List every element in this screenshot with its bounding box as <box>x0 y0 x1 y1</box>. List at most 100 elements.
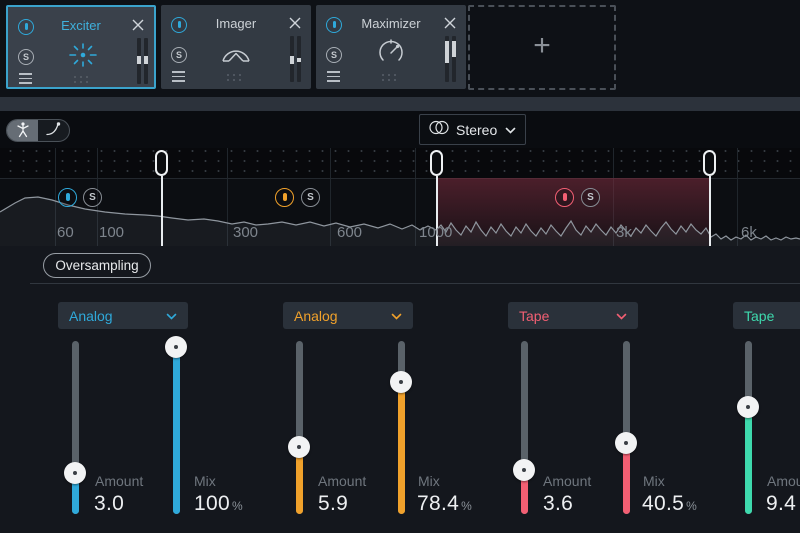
module-card-maximizer[interactable]: S Maximizer <box>316 5 466 89</box>
crossover-line <box>709 176 711 246</box>
solo-icon[interactable]: S <box>171 47 187 63</box>
crossover-handle-2[interactable] <box>430 150 443 176</box>
slider-handle[interactable] <box>390 371 412 393</box>
curve-view-button[interactable] <box>38 120 69 141</box>
band2-amount-slider[interactable] <box>288 341 310 531</box>
close-icon[interactable] <box>131 18 145 32</box>
band3-mode-dropdown[interactable]: Tape <box>508 302 638 329</box>
close-icon[interactable] <box>288 16 302 30</box>
crossover-handle-1[interactable] <box>155 150 168 176</box>
chevron-down-icon <box>505 121 516 139</box>
amount-label: Amount <box>95 473 143 489</box>
crossover-strip[interactable] <box>0 148 800 178</box>
meter-bar <box>137 38 141 84</box>
band1-amount-value: 3.0 <box>94 492 124 516</box>
chevron-down-icon <box>616 307 627 325</box>
spectrum-view-toggle <box>6 119 70 142</box>
freq-tick: 3k <box>616 224 632 241</box>
solo-icon[interactable]: S <box>18 49 34 65</box>
band1-mode-dropdown[interactable]: Analog <box>58 302 188 329</box>
module-title: Imager <box>189 16 283 31</box>
band3-power-button[interactable] <box>555 188 574 207</box>
slider-handle[interactable] <box>165 336 187 358</box>
band1-mix-value: 100% <box>194 492 243 516</box>
band4-mode-dropdown[interactable]: Tape <box>733 302 800 329</box>
module-title: Exciter <box>36 18 126 33</box>
exciter-controls: Oversampling Analog Amount Mix 3.0 100% … <box>0 246 800 533</box>
freq-tick: 6k <box>741 224 757 241</box>
menu-icon[interactable] <box>19 73 32 84</box>
slider-handle[interactable] <box>64 462 86 484</box>
mix-label: Mix <box>194 473 216 489</box>
band3-mix-value: 40.5% <box>642 492 697 516</box>
module-chain: S Exciter S Imager <box>0 0 800 97</box>
meter-bar <box>297 36 301 82</box>
oversampling-button[interactable]: Oversampling <box>43 253 151 278</box>
mix-label: Mix <box>418 473 440 489</box>
spectrum-toolbar: Stereo <box>0 111 800 148</box>
band2-mix-value: 78.4% <box>417 492 472 516</box>
band3-amount-value: 3.6 <box>543 492 573 516</box>
drag-handle-icon[interactable] <box>74 76 90 83</box>
meter-bar <box>144 38 148 84</box>
band3-solo-button[interactable]: S <box>581 188 600 207</box>
band1-amount-slider[interactable] <box>64 341 86 531</box>
drag-handle-icon[interactable] <box>227 74 243 81</box>
module-title: Maximizer <box>344 16 438 31</box>
band-view-button[interactable] <box>7 120 38 141</box>
band1-mix-slider[interactable] <box>165 341 187 531</box>
menu-icon[interactable] <box>172 71 185 82</box>
module-card-exciter[interactable]: S Exciter <box>6 5 156 89</box>
slider-handle[interactable] <box>288 436 310 458</box>
meter-bar <box>445 36 449 82</box>
imager-gauge-icon <box>219 41 253 68</box>
band2-power-button[interactable] <box>275 188 294 207</box>
band2-mix-slider[interactable] <box>390 341 412 531</box>
power-icon[interactable] <box>18 19 34 35</box>
band1-solo-button[interactable]: S <box>83 188 102 207</box>
band3-mix-slider[interactable] <box>615 341 637 531</box>
band1-power-button[interactable] <box>58 188 77 207</box>
band4-amount-slider[interactable] <box>737 341 759 531</box>
channel-mode-label: Stereo <box>456 122 498 138</box>
slider-handle[interactable] <box>737 396 759 418</box>
amount-label: Amount <box>543 473 591 489</box>
add-module-button[interactable]: + <box>468 5 616 90</box>
freq-tick: 60 <box>57 224 74 241</box>
ozone-exciter-window: S Exciter S Imager <box>0 0 800 533</box>
power-icon[interactable] <box>171 17 187 33</box>
freq-tick: 100 <box>99 224 124 241</box>
slider-handle[interactable] <box>615 432 637 454</box>
freq-tick: 300 <box>233 224 258 241</box>
drag-handle-icon[interactable] <box>382 74 398 81</box>
band4-amount-value: 9.4 <box>766 492 796 516</box>
module-card-imager[interactable]: S Imager <box>161 5 311 89</box>
crossover-line <box>161 176 163 246</box>
controls-divider <box>30 283 800 284</box>
exciter-starburst-icon <box>66 41 100 74</box>
band2-solo-button[interactable]: S <box>301 188 320 207</box>
band3-amount-slider[interactable] <box>513 341 535 531</box>
menu-icon[interactable] <box>327 71 340 82</box>
band2-mode-dropdown[interactable]: Analog <box>283 302 413 329</box>
filter-curve-icon <box>45 121 63 140</box>
channel-mode-dropdown[interactable]: Stereo <box>419 114 526 145</box>
divider-strip <box>0 97 800 111</box>
solo-icon[interactable]: S <box>326 47 342 63</box>
person-icon <box>15 121 31 141</box>
close-icon[interactable] <box>443 16 457 30</box>
crossover-handle-3[interactable] <box>703 150 716 176</box>
mix-label: Mix <box>643 473 665 489</box>
maximizer-gauge-icon <box>376 38 406 69</box>
freq-tick: 1000 <box>419 224 452 241</box>
amount-label: Amount <box>318 473 366 489</box>
meter-bar <box>290 36 294 82</box>
plus-icon: + <box>533 31 551 61</box>
slider-handle[interactable] <box>513 459 535 481</box>
freq-tick: 600 <box>337 224 362 241</box>
chevron-down-icon <box>391 307 402 325</box>
amount-label: Amount <box>767 473 800 489</box>
stereo-icon <box>429 120 449 140</box>
power-icon[interactable] <box>326 17 342 33</box>
spectrum-analyzer[interactable]: S S S 60 100 300 600 1000 3k 6k <box>0 148 800 246</box>
